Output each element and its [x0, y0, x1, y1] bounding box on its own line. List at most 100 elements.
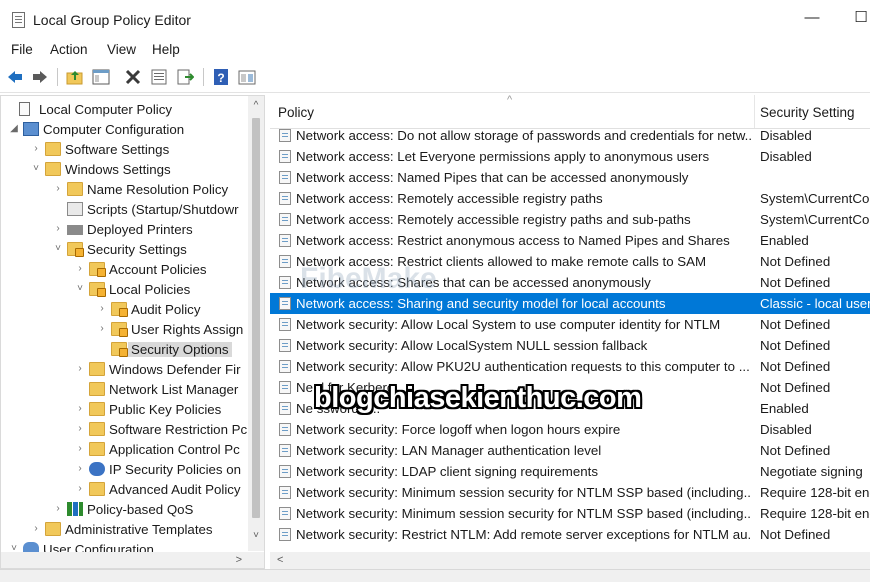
tree-item[interactable]: ˅ Local Policies — [1, 280, 249, 300]
minimize-button[interactable]: — — [800, 8, 824, 28]
collapse-arrow-icon[interactable]: ˅ — [75, 283, 85, 295]
expand-arrow-icon[interactable]: › — [75, 463, 85, 475]
extended-view-icon[interactable] — [238, 68, 256, 86]
menu-file[interactable]: File — [11, 42, 33, 57]
expand-arrow-icon[interactable]: › — [75, 263, 85, 275]
scroll-left-arrow[interactable]: < — [277, 552, 283, 569]
policy-row[interactable]: Network security: Allow Local System to … — [270, 314, 870, 335]
tree-item[interactable]: › IP Security Policies on — [1, 460, 249, 480]
collapse-arrow-icon[interactable]: ˅ — [53, 243, 63, 255]
tree-item[interactable]: › Name Resolution Policy — [1, 180, 249, 200]
policy-row[interactable]: Network access: Named Pipes that can be … — [270, 167, 870, 188]
help-icon[interactable]: ? — [212, 68, 230, 86]
folder-icon — [89, 422, 105, 436]
tree-item[interactable]: Scripts (Startup/Shutdowr — [1, 200, 249, 220]
security-setting-value: Not Defined — [760, 380, 831, 395]
policy-icon — [19, 102, 30, 116]
expand-arrow-icon[interactable]: › — [53, 503, 63, 515]
tree-item[interactable]: › Account Policies — [1, 260, 249, 280]
expand-arrow-icon[interactable]: › — [75, 363, 85, 375]
policy-row[interactable]: Network access: Sharing and security mod… — [270, 293, 870, 314]
export-list-icon[interactable] — [176, 68, 194, 86]
policy-setting-icon — [279, 129, 291, 142]
security-setting-value: Not Defined — [760, 338, 831, 353]
tree-item[interactable]: › Software Restriction Pc — [1, 420, 249, 440]
up-folder-icon[interactable] — [66, 68, 84, 86]
tree-item-label: Security Options — [128, 342, 232, 357]
policy-row[interactable]: Network access: Remotely accessible regi… — [270, 188, 870, 209]
policy-row[interactable]: Network access: Let Everyone permissions… — [270, 146, 870, 167]
expand-arrow-icon[interactable]: › — [31, 143, 41, 155]
policy-list[interactable]: Policy ^ Security Setting Network access… — [270, 95, 870, 569]
policy-row[interactable]: Network security: Allow PKU2U authentica… — [270, 356, 870, 377]
policy-row[interactable]: Network security: LAN Manager authentica… — [270, 440, 870, 461]
tree-item[interactable]: ˅ Security Settings — [1, 240, 249, 260]
show-hide-tree-icon[interactable] — [92, 68, 110, 86]
tree-item[interactable]: › Audit Policy — [1, 300, 249, 320]
tree-item-label: User Rights Assign — [131, 322, 244, 337]
policy-row[interactable]: Network security: Force logoff when logo… — [270, 419, 870, 440]
properties-icon[interactable] — [150, 68, 168, 86]
back-icon[interactable] — [6, 68, 24, 86]
policy-row[interactable]: Network security: Allow LocalSystem NULL… — [270, 335, 870, 356]
expand-arrow-icon[interactable]: › — [75, 423, 85, 435]
expand-arrow-icon[interactable]: › — [97, 303, 107, 315]
tree-item[interactable]: › Windows Defender Fir — [1, 360, 249, 380]
column-header-policy[interactable]: Policy — [278, 105, 314, 120]
policy-row[interactable]: Network security: Restrict NTLM: Add rem… — [270, 524, 870, 545]
menu-help[interactable]: Help — [152, 42, 180, 57]
scroll-thumb[interactable] — [252, 118, 260, 518]
tree-item[interactable]: Security Options — [1, 340, 249, 360]
tree-item-label: Application Control Pc — [109, 442, 240, 457]
security-setting-value: Disabled — [760, 422, 812, 437]
menu-action[interactable]: Action — [50, 42, 88, 57]
policy-row[interactable]: Network security: LDAP client signing re… — [270, 461, 870, 482]
tree-item[interactable]: › Deployed Printers — [1, 220, 249, 240]
tree-vertical-scrollbar[interactable]: ^ ˅ — [248, 96, 264, 551]
policy-row[interactable]: Network access: Restrict anonymous acces… — [270, 230, 870, 251]
tree-item[interactable]: › Advanced Audit Policy — [1, 480, 249, 500]
console-tree[interactable]: Local Computer Policy ◢ Computer Configura… — [0, 95, 265, 569]
expand-arrow-icon[interactable]: › — [75, 443, 85, 455]
tree-item[interactable]: ◢ Computer Configuration — [1, 120, 249, 140]
tree-item[interactable]: › Policy-based QoS — [1, 500, 249, 520]
policy-setting-icon — [279, 486, 291, 499]
policy-name: Network security: Allow LocalSystem NULL… — [296, 338, 648, 353]
column-divider[interactable] — [754, 95, 755, 128]
tree-item[interactable]: › Administrative Templates — [1, 520, 249, 540]
horizontal-scrollbar[interactable]: < — [270, 552, 870, 569]
tree-horizontal-scrollbar[interactable]: > — [1, 552, 264, 568]
policy-row[interactable]: Network access: Remotely accessible regi… — [270, 209, 870, 230]
svg-text:?: ? — [217, 71, 224, 85]
policy-name: Network security: Restrict NTLM: Add rem… — [296, 527, 751, 542]
tree-item[interactable]: › Public Key Policies — [1, 400, 249, 420]
tree-item[interactable]: › Application Control Pc — [1, 440, 249, 460]
expand-arrow-icon[interactable]: › — [53, 223, 63, 235]
policy-name: Network security: Force logoff when logo… — [296, 422, 621, 437]
expand-arrow-icon[interactable]: › — [53, 183, 63, 195]
collapse-arrow-icon[interactable]: ˅ — [31, 163, 41, 175]
tree-item[interactable]: Local Computer Policy — [1, 100, 249, 120]
tree-item-label: Software Restriction Pc — [109, 422, 248, 437]
collapse-arrow-icon[interactable]: ◢ — [9, 123, 19, 135]
forward-icon[interactable] — [31, 68, 49, 86]
menu-view[interactable]: View — [107, 42, 136, 57]
expand-arrow-icon[interactable]: › — [75, 483, 85, 495]
expand-arrow-icon[interactable]: › — [31, 523, 41, 535]
scroll-up-arrow[interactable]: ^ — [248, 98, 264, 114]
tree-item[interactable]: › Software Settings — [1, 140, 249, 160]
policy-row[interactable]: Network security: Minimum session securi… — [270, 482, 870, 503]
tree-item[interactable]: ˅ Windows Settings — [1, 160, 249, 180]
scroll-down-arrow[interactable]: ˅ — [248, 528, 264, 544]
delete-icon[interactable] — [124, 68, 142, 86]
expand-arrow-icon[interactable]: › — [97, 323, 107, 335]
policy-row[interactable]: Network access: Do not allow storage of … — [270, 125, 870, 146]
tree-item[interactable]: Network List Manager — [1, 380, 249, 400]
tree-item[interactable]: › User Rights Assign — [1, 320, 249, 340]
scroll-right-arrow[interactable]: > — [236, 552, 242, 568]
maximize-button[interactable]: ☐ — [849, 8, 870, 28]
expand-arrow-icon[interactable]: › — [75, 403, 85, 415]
column-header-security-setting[interactable]: Security Setting — [760, 105, 855, 120]
policy-name: Network security: LDAP client signing re… — [296, 464, 599, 479]
policy-row[interactable]: Network security: Minimum session securi… — [270, 503, 870, 524]
